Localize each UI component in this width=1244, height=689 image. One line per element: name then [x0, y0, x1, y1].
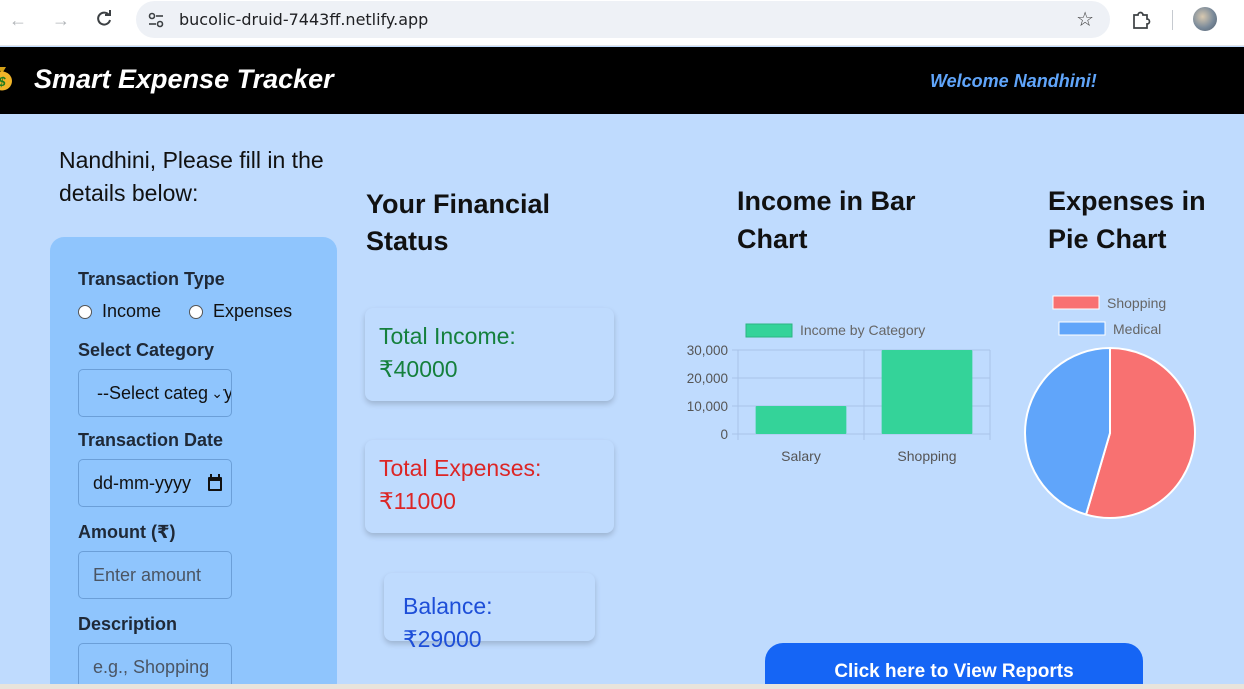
form-prompt: Nandhini, Please fill in the details bel… — [59, 147, 324, 206]
pie-chart-title: Expenses in Pie Chart — [1048, 186, 1206, 254]
description-input[interactable]: e.g., Shopping — [78, 643, 232, 689]
total-expenses-card: Total Expenses: ₹11000 — [365, 440, 614, 533]
url-text[interactable]: bucolic-druid-7443ff.netlify.app — [179, 10, 428, 29]
app-title: $ Smart Expense Tracker — [0, 64, 334, 95]
income-radio-option[interactable]: Income — [78, 301, 161, 322]
income-radio[interactable] — [78, 304, 92, 319]
toolbar-divider — [1172, 10, 1173, 30]
expenses-radio-label[interactable]: Expenses — [213, 301, 292, 322]
site-settings-icon[interactable] — [146, 10, 166, 30]
total-income-card: Total Income: ₹40000 — [365, 308, 614, 401]
y-tick-label: 10,000 — [687, 399, 728, 414]
welcome-text: Welcome Nandhini! — [930, 71, 1097, 91]
calendar-icon[interactable] — [204, 460, 223, 506]
legend-label-medical: Medical — [1113, 321, 1161, 337]
forward-arrow-icon[interactable]: → — [51, 10, 71, 30]
bar-chart-title: Income in Bar Chart — [737, 186, 916, 254]
income-radio-label[interactable]: Income — [102, 301, 161, 322]
bookmark-star-icon[interactable]: ☆ — [1076, 7, 1094, 32]
x-tick-label: Salary — [781, 448, 821, 464]
back-arrow-icon[interactable]: ← — [8, 10, 28, 30]
date-label: Transaction Date — [78, 430, 224, 450]
x-tick-label: Shopping — [897, 448, 956, 464]
y-tick-label: 30,000 — [687, 343, 728, 358]
bar-shopping — [881, 350, 973, 434]
address-bar[interactable]: bucolic-druid-7443ff.netlify.app ☆ — [136, 1, 1110, 38]
category-select[interactable]: --Select category-- ⌄ — [78, 369, 232, 417]
transaction-form: Transaction Type Income Expenses Select … — [50, 237, 337, 689]
legend-swatch-medical — [1058, 321, 1106, 336]
bar-salary — [755, 406, 847, 434]
expenses-radio-option[interactable]: Expenses — [189, 301, 292, 322]
financial-status-title: Your Financial Status — [366, 189, 551, 256]
date-input[interactable]: dd-mm-yyyy — [78, 459, 232, 507]
app-header: $ Smart Expense Tracker Welcome Nandhini… — [0, 47, 1244, 114]
app-title-text: Smart Expense Tracker — [34, 64, 334, 94]
svg-text:$: $ — [0, 74, 6, 89]
balance-card: Balance: ₹29000 — [384, 573, 595, 652]
profile-avatar[interactable] — [1193, 7, 1217, 31]
legend-label-shopping: Shopping — [1107, 295, 1166, 311]
legend-label-income: Income by Category — [800, 322, 925, 338]
amount-input[interactable]: Enter amount — [78, 551, 232, 599]
legend-swatch-income — [745, 323, 793, 338]
y-tick-label: 0 — [720, 427, 728, 442]
date-input-placeholder: dd-mm-yyyy — [93, 473, 191, 493]
y-tick-label: 20,000 — [687, 371, 728, 386]
extensions-icon[interactable] — [1130, 8, 1152, 30]
reload-icon[interactable] — [94, 10, 114, 30]
browser-toolbar: ← → bucolic-druid-7443ff.netlify.app ☆ — [0, 0, 1244, 46]
expenses-radio[interactable] — [189, 304, 204, 319]
legend-swatch-shopping — [1052, 295, 1100, 310]
view-reports-button[interactable]: Click here to View Reports — [765, 643, 1143, 689]
description-label: Description — [78, 614, 178, 634]
money-bag-icon: $ — [0, 65, 24, 91]
amount-label: Amount (₹) — [78, 522, 176, 542]
category-label: Select Category — [78, 340, 215, 360]
transaction-type-group: Income Expenses — [78, 301, 320, 322]
transaction-type-label: Transaction Type — [78, 269, 225, 289]
income-bar-chart[interactable]: Income by Category 30,000 20,000 10,000 0 Sal… — [670, 310, 1010, 480]
expenses-pie-chart[interactable]: Shopping Medical — [1015, 285, 1215, 525]
chevron-down-icon: ⌄ — [207, 370, 223, 416]
taskbar-strip — [0, 684, 1244, 689]
